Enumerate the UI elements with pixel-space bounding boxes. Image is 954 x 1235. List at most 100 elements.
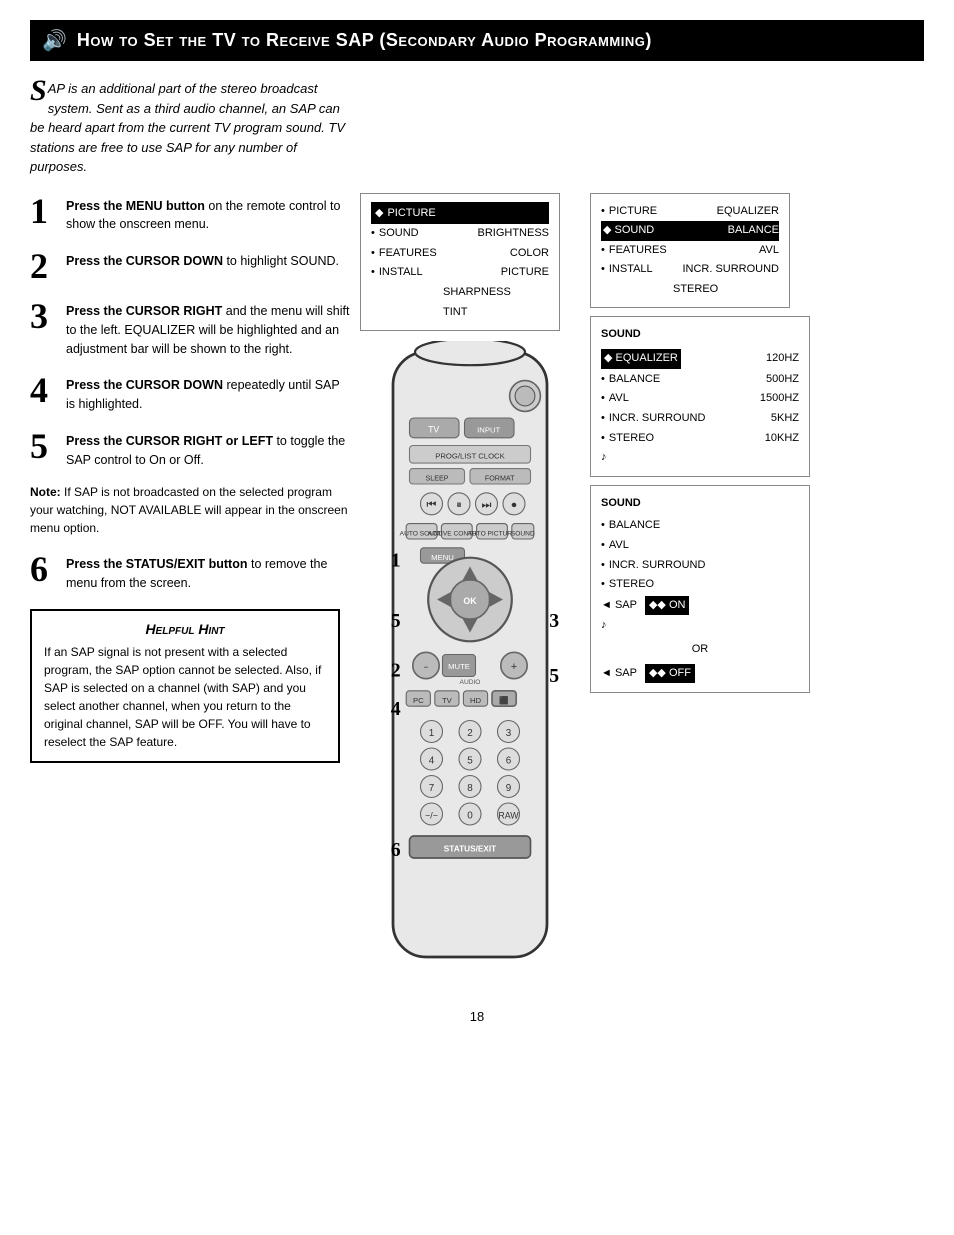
note-text: Note: If SAP is not broadcasted on the s…: [30, 483, 350, 537]
svg-text:+: +: [511, 661, 517, 673]
menu-1-row-features: • FEATURES COLOR: [371, 244, 549, 264]
menu3-avl: • AVL 1500HZ: [601, 389, 799, 409]
page-header: 🔊 How to Set the TV to Receive SAP (Seco…: [30, 20, 924, 61]
menu2-install: • INSTALL INCR. SURROUND: [601, 260, 779, 280]
menu4-avl: • AVL: [601, 536, 799, 556]
svg-text:MUTE: MUTE: [448, 662, 470, 671]
menu2-picture: • PICTURE EQUALIZER: [601, 202, 779, 222]
svg-text:2: 2: [467, 728, 473, 739]
svg-text:TV: TV: [442, 696, 453, 705]
svg-text:AUDIO: AUDIO: [460, 679, 481, 686]
svg-text:1: 1: [429, 728, 435, 739]
drop-cap: S: [30, 79, 47, 103]
svg-text:7: 7: [429, 783, 435, 794]
intro-paragraph: SAP is an additional part of the stereo …: [30, 79, 350, 177]
svg-text:RAW: RAW: [498, 811, 519, 821]
menu-1-row-tint: TINT: [371, 303, 549, 323]
svg-text:3: 3: [549, 610, 559, 632]
menu3-equalizer: ◆ EQUALIZER 120HZ: [601, 348, 799, 370]
step-4-number: 4: [30, 372, 58, 408]
menu-screen-1-header: ◆ PICTURE: [371, 202, 549, 225]
or-label: OR: [601, 640, 799, 659]
svg-text:SOUND: SOUND: [511, 531, 535, 538]
page-number: 18: [30, 1009, 924, 1024]
svg-text:⏸: ⏸: [456, 499, 462, 511]
svg-text:1: 1: [391, 550, 401, 572]
svg-text:INPUT: INPUT: [477, 425, 500, 434]
step-1-number: 1: [30, 193, 58, 229]
step-5-number: 5: [30, 428, 58, 464]
svg-text:5: 5: [467, 756, 473, 767]
step-4: 4 Press the CURSOR DOWN repeatedly until…: [30, 372, 350, 414]
main-layout: 1 Press the MENU button on the remote co…: [30, 193, 924, 980]
left-column: 1 Press the MENU button on the remote co…: [30, 193, 350, 980]
right-column: ◆ PICTURE • SOUND BRIGHTNESS • FEATURES …: [350, 193, 924, 980]
remote-area: ◆ PICTURE • SOUND BRIGHTNESS • FEATURES …: [360, 193, 580, 980]
menu4-sap-on: ◄ SAP ◆◆ ON: [601, 595, 799, 617]
step-3-text: Press the CURSOR RIGHT and the menu will…: [66, 298, 350, 358]
svg-text:5: 5: [391, 610, 401, 632]
hint-text: If an SAP signal is not present with a s…: [44, 643, 326, 751]
svg-text:TV: TV: [428, 424, 439, 434]
svg-text:⏮: ⏮: [427, 499, 437, 511]
hint-title: Helpful Hint: [44, 621, 326, 637]
menu3-title: SOUND: [601, 325, 799, 344]
menu-1-row-sharpness: SHARPNESS: [371, 283, 549, 303]
step-2-text: Press the CURSOR DOWN to highlight SOUND…: [66, 248, 339, 271]
svg-text:4: 4: [391, 698, 401, 720]
menu2-stereo: STEREO: [601, 280, 779, 300]
menu4-incr: • INCR. SURROUND: [601, 556, 799, 576]
step-3-number: 3: [30, 298, 58, 334]
svg-text:8: 8: [467, 783, 473, 794]
menu4-note: ♪: [601, 616, 799, 636]
svg-text:HD: HD: [470, 696, 482, 705]
menu-1-title: PICTURE: [387, 204, 435, 223]
step-6: 6 Press the STATUS/EXIT button to remove…: [30, 551, 350, 593]
svg-text:6: 6: [391, 839, 401, 861]
step-5-text: Press the CURSOR RIGHT or LEFT to toggle…: [66, 428, 350, 470]
menu3-balance: • BALANCE 500HZ: [601, 370, 799, 390]
menu-1-row-sound: • SOUND BRIGHTNESS: [371, 224, 549, 244]
step-6-number: 6: [30, 551, 58, 587]
svg-text:⏭: ⏭: [482, 499, 492, 511]
svg-text:OK: OK: [463, 596, 477, 606]
step-2: 2 Press the CURSOR DOWN to highlight SOU…: [30, 248, 350, 284]
svg-text:6: 6: [506, 756, 512, 767]
svg-text:STATUS/EXIT: STATUS/EXIT: [444, 845, 496, 854]
menu4-sap-off: ◄ SAP ◆◆ OFF: [601, 663, 799, 685]
menu3-note: ♪: [601, 448, 799, 468]
arrow-icon: ◆: [375, 204, 383, 223]
svg-text:4: 4: [429, 756, 435, 767]
svg-text:MENU: MENU: [431, 553, 454, 562]
remote-svg: TV INPUT PROG/LIST CLOCK SLEEP FORMAT ⏮: [360, 341, 580, 979]
svg-text:AUTO PICTURE: AUTO PICTURE: [468, 531, 518, 538]
step-1-text: Press the MENU button on the remote cont…: [66, 193, 350, 235]
svg-text:2: 2: [391, 660, 401, 682]
svg-text:PC: PC: [413, 696, 424, 705]
menu4-title: SOUND: [601, 494, 799, 513]
audio-icon: 🔊: [42, 28, 67, 53]
menu-screen-3: SOUND ◆ EQUALIZER 120HZ • BALANCE 500HZ …: [590, 316, 810, 476]
svg-text:3: 3: [506, 728, 512, 739]
step-1: 1 Press the MENU button on the remote co…: [30, 193, 350, 235]
visual-section: ◆ PICTURE • SOUND BRIGHTNESS • FEATURES …: [360, 193, 924, 980]
menu4-stereo: • STEREO: [601, 575, 799, 595]
helpful-hint-box: Helpful Hint If an SAP signal is not pre…: [30, 609, 340, 763]
menu-screen-1: ◆ PICTURE • SOUND BRIGHTNESS • FEATURES …: [360, 193, 560, 332]
step-6-text: Press the STATUS/EXIT button to remove t…: [66, 551, 350, 593]
page-title: How to Set the TV to Receive SAP (Second…: [77, 30, 652, 51]
svg-text:⬛: ⬛: [499, 696, 509, 705]
svg-text:5: 5: [549, 665, 559, 687]
svg-text:PROG/LIST CLOCK: PROG/LIST CLOCK: [435, 452, 505, 461]
menu-screen-4: SOUND • BALANCE • AVL • INCR. SURROUND: [590, 485, 810, 694]
menu4-balance: • BALANCE: [601, 516, 799, 536]
intro-text: AP is an additional part of the stereo b…: [30, 81, 345, 174]
menu3-incr: • INCR. SURROUND 5KHZ: [601, 409, 799, 429]
svg-text:SLEEP: SLEEP: [425, 475, 448, 483]
svg-text:−/−: −/−: [425, 811, 438, 821]
step-2-number: 2: [30, 248, 58, 284]
menu-1-row-install: • INSTALL PICTURE: [371, 263, 549, 283]
svg-text:0: 0: [467, 811, 473, 822]
menu2-sound-hl: ◆ SOUND BALANCE: [601, 221, 779, 241]
svg-text:9: 9: [506, 783, 512, 794]
